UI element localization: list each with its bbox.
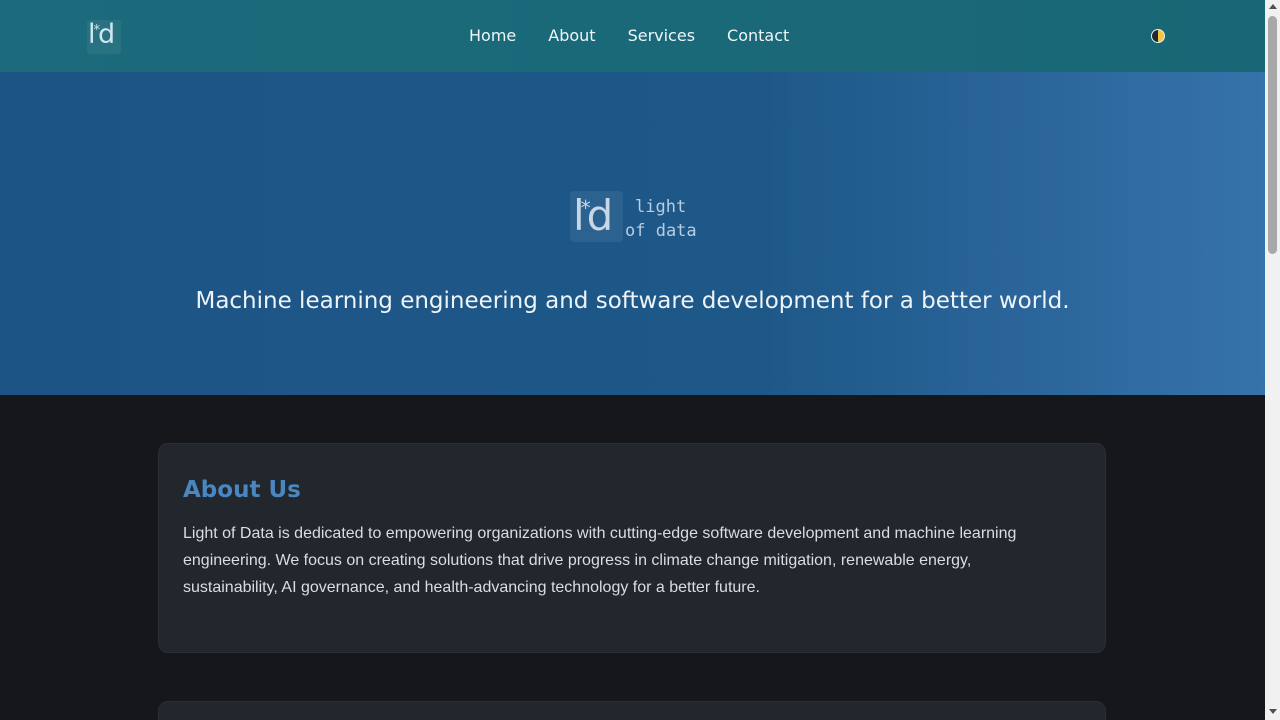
scroll-up-icon[interactable]: [1269, 4, 1277, 9]
hero: l*d light of data Machine learning engin…: [0, 72, 1265, 395]
services-card: [158, 701, 1106, 720]
nav-link-about[interactable]: About: [548, 25, 595, 47]
page: l*d Home About Services Contact l*d ligh…: [0, 0, 1265, 720]
scroll-down-icon[interactable]: [1269, 709, 1277, 714]
theme-toggle-icon[interactable]: [1151, 29, 1165, 43]
nav-link-home[interactable]: Home: [469, 25, 516, 47]
nav-link-contact[interactable]: Contact: [727, 25, 789, 47]
hero-tagline: Machine learning engineering and softwar…: [195, 288, 1070, 314]
hero-logo-line2: of data: [625, 221, 697, 241]
page-scrollbar[interactable]: [1265, 0, 1280, 720]
hero-logo-star: *: [580, 196, 591, 220]
nav-links: Home About Services Contact: [469, 25, 821, 47]
logo-letter-d: d: [98, 19, 115, 50]
nav-link-services[interactable]: Services: [628, 25, 695, 47]
nav-logo[interactable]: l*d: [87, 20, 121, 54]
scrollbar-thumb[interactable]: [1268, 16, 1277, 254]
hero-logo-mark: l*d: [570, 191, 623, 242]
hero-logo-letter-d: d: [586, 191, 614, 240]
hero-logo: l*d light of data: [570, 191, 700, 243]
about-title: About Us: [183, 477, 301, 503]
hero-logo-text: light of data: [625, 195, 697, 243]
about-text: Light of Data is dedicated to empowering…: [183, 525, 1017, 596]
logo-star: *: [93, 23, 100, 38]
hero-logo-line1: light: [635, 197, 687, 217]
about-card: About Us Light of Data is dedicated to e…: [158, 443, 1106, 653]
navbar: l*d Home About Services Contact: [0, 0, 1265, 72]
